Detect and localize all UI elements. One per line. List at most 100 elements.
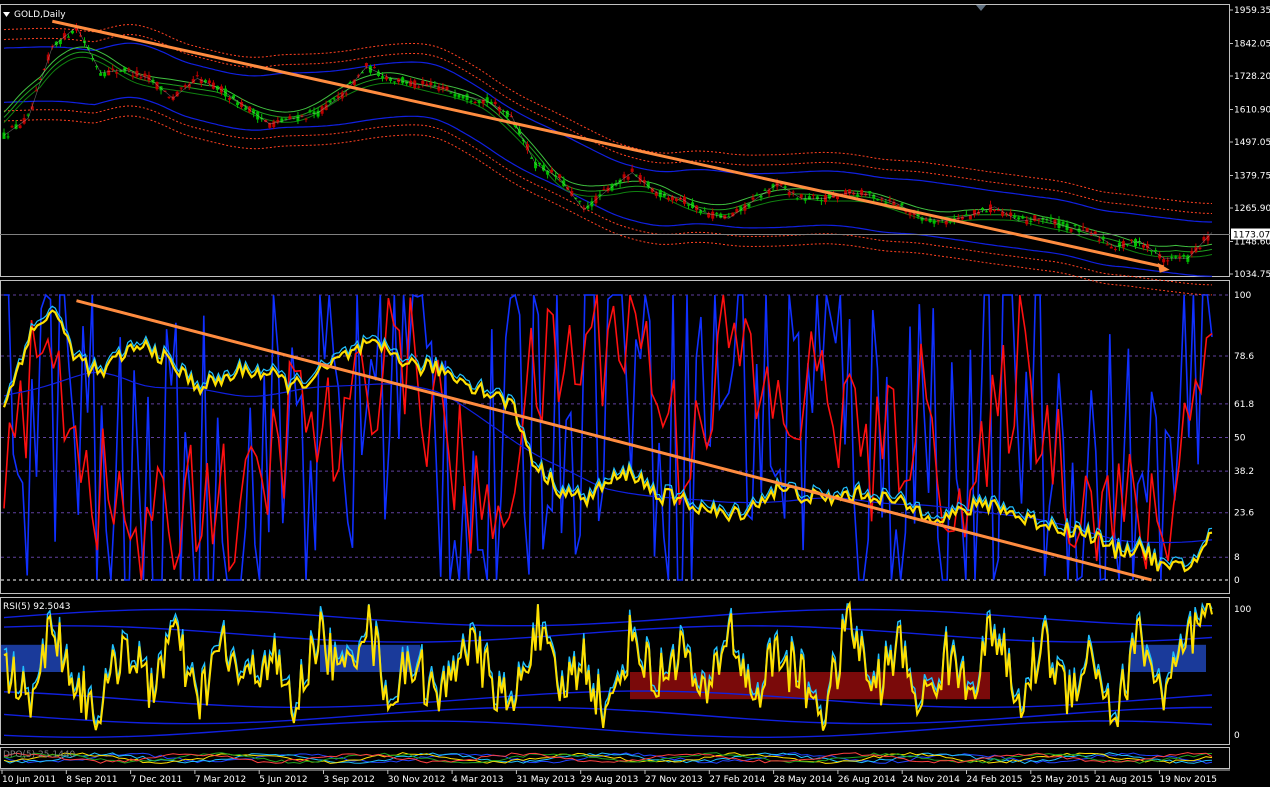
oscillator-tick-label: 38.2: [1234, 467, 1254, 477]
candle-body: [236, 102, 240, 106]
candle-body: [195, 75, 199, 77]
price-tick-label: 1379.75: [1234, 171, 1270, 181]
candle-body: [328, 100, 332, 103]
candle-body: [1097, 239, 1101, 241]
candle-body: [674, 198, 678, 201]
candle-body: [348, 81, 352, 83]
candle-body: [703, 210, 707, 212]
candle-body: [1113, 248, 1117, 250]
candle-body: [719, 213, 723, 218]
candle-body: [332, 98, 336, 100]
candle-body: [1174, 256, 1178, 258]
candle-body: [429, 82, 433, 86]
candle-body: [207, 80, 211, 84]
rsi-band-0: [3, 608, 1212, 627]
candle-body: [1017, 217, 1021, 220]
price-tick-label: 1959.35: [1234, 6, 1270, 16]
candle-body: [1109, 246, 1113, 249]
chart-window: 1959.35 1842.05 1728.20 1610.90 1497.05 1379.…: [0, 4, 1270, 785]
candle-body: [1198, 247, 1202, 250]
candle-body: [167, 96, 171, 98]
candle-body: [626, 176, 630, 180]
moving-average-1: [3, 46, 1213, 248]
time-tick-label: 29 Aug 2013: [581, 775, 639, 785]
candle-body: [602, 189, 606, 191]
chart-shift-marker-icon[interactable]: [976, 5, 986, 11]
candle-body: [1178, 256, 1182, 259]
oscillator-tick-label: 61.8: [1234, 400, 1254, 410]
candle-body: [550, 169, 554, 173]
candle-body: [421, 80, 425, 85]
candle-body: [401, 77, 405, 84]
candle-body: [755, 194, 759, 196]
candle-body: [711, 211, 715, 219]
dropdown-triangle-icon[interactable]: [3, 12, 10, 17]
candle-body: [985, 211, 989, 213]
candle-body: [131, 75, 135, 77]
current-price-label: 1173.07: [1233, 231, 1270, 241]
candle-body: [139, 77, 143, 79]
candle-body: [799, 194, 803, 198]
price-tick-label: 1497.05: [1234, 138, 1270, 148]
candle-body: [807, 196, 811, 200]
candle-body: [993, 210, 997, 212]
candle-body: [449, 92, 453, 94]
candle-body: [787, 191, 791, 196]
candle-body: [819, 200, 823, 202]
time-tick-label: 26 Aug 2014: [838, 775, 896, 785]
time-tick-label: 28 May 2014: [774, 775, 833, 785]
candle-body: [1029, 220, 1033, 222]
candle-body: [123, 67, 127, 72]
candle-body: [18, 125, 22, 129]
oscillator-tick-label: 8: [1234, 553, 1240, 563]
candle-body: [538, 162, 542, 165]
candle-body: [453, 93, 457, 97]
candle-body: [372, 67, 376, 69]
candle-body: [393, 81, 397, 83]
candle-body: [179, 87, 183, 89]
price-axis: 1959.35 1842.05 1728.20 1610.90 1497.05 1379.…: [1230, 6, 1270, 280]
time-tick-label: 7 Dec 2011: [131, 775, 183, 785]
candle-body: [272, 121, 276, 128]
oscillator-axis: 100 78.6 61.8 50 38.2 23.6 8 0: [1234, 291, 1254, 586]
candle-body: [1142, 244, 1146, 248]
candle-body: [469, 100, 473, 102]
candle-body: [1061, 221, 1065, 225]
oscillator-tick-label: 50: [1234, 434, 1246, 444]
candle-body: [1182, 255, 1186, 257]
candle-body: [1077, 228, 1081, 232]
candle-body: [944, 221, 948, 225]
candle-body: [127, 68, 131, 70]
candle-body: [473, 102, 477, 104]
time-tick-label: 7 Mar 2012: [195, 775, 246, 785]
rsi-axis: 100 0: [1234, 605, 1251, 741]
candle-body: [1133, 239, 1137, 247]
symbol-header[interactable]: GOLD,Daily: [3, 10, 66, 20]
price-panel-frame: [0, 4, 1230, 277]
candle-body: [66, 36, 70, 38]
candle-body: [304, 118, 308, 120]
time-tick-label: 5 Jun 2012: [259, 775, 307, 785]
candle-body: [1170, 256, 1174, 258]
rsi-background-layer: [1, 608, 1213, 739]
candle-body: [115, 72, 119, 74]
candle-body: [884, 202, 888, 204]
candle-body: [868, 191, 872, 194]
time-tick-label: 30 Nov 2012: [388, 775, 446, 785]
candle-body: [630, 168, 634, 172]
time-tick-label: 3 Sep 2012: [324, 775, 375, 785]
candle-body: [803, 198, 807, 201]
candle-body: [364, 63, 368, 67]
candle-body: [715, 212, 719, 214]
candle-body: [1121, 241, 1125, 248]
candle-body: [783, 186, 787, 188]
candle-body: [1049, 217, 1053, 220]
time-tick-label: 31 May 2013: [516, 775, 575, 785]
oscillator-tick-label: 100: [1234, 291, 1251, 301]
candle-body: [477, 100, 481, 104]
time-tick-label: 24 Feb 2015: [967, 775, 1023, 785]
rsi-band-1: [3, 625, 1213, 643]
candle-body: [534, 162, 538, 169]
candle-body: [107, 70, 111, 76]
rsi-zone-block: [1, 644, 61, 672]
